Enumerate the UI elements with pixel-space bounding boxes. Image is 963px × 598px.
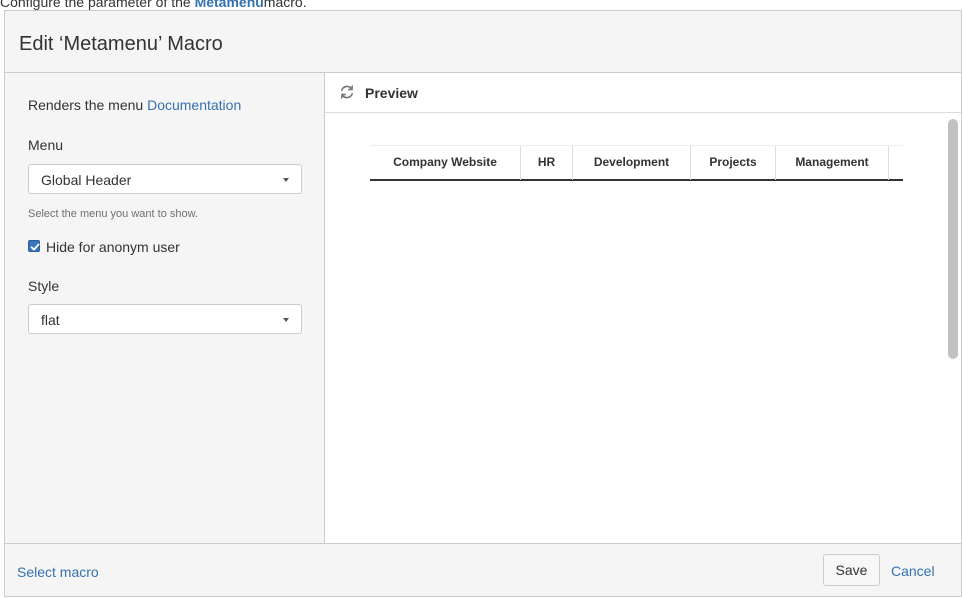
dialog-title: Edit ‘Metamenu’ Macro [19,33,223,55]
save-button[interactable]: Save [823,554,880,586]
preview-scrollbar[interactable] [948,119,958,359]
menu-item-projects[interactable]: Projects [691,146,776,180]
caption-suffix: macro. [263,0,307,10]
style-label: Style [28,278,60,294]
menu-help-text: Select the menu you want to show. [28,208,198,220]
chevron-down-icon [283,178,289,182]
menu-item-management[interactable]: Management [776,146,889,180]
style-select-value: flat [41,312,60,328]
macro-dialog: Edit ‘Metamenu’ Macro Renders the menu D… [4,10,962,597]
menu-select-value: Global Header [41,172,132,188]
macro-description: Renders the menu Documentation [28,97,241,113]
hide-anonym-label: Hide for anonym user [46,239,180,255]
dialog-header: Edit ‘Metamenu’ Macro [5,11,961,73]
menu-select[interactable]: Global Header [28,164,302,194]
style-select[interactable]: flat [28,304,302,334]
chevron-down-icon [283,318,289,322]
parameters-panel: Renders the menu Documentation Menu Glob… [5,73,325,543]
dialog-footer: Select macro Save Cancel [5,543,961,596]
preview-header: Preview [325,73,961,113]
preview-title: Preview [365,85,418,101]
menu-label: Menu [28,137,64,153]
refresh-icon[interactable] [339,84,355,100]
cancel-button[interactable]: Cancel [891,563,935,579]
metamenu-link[interactable]: Metamenu [195,0,264,10]
checkmark-icon [30,243,40,251]
menu-item-company-website[interactable]: Company Website [370,146,521,180]
description-text: Renders the menu [28,97,148,113]
caption-prefix: Configure the parameter of the [0,0,195,10]
hide-anonym-checkbox[interactable] [28,240,40,252]
menu-item-development[interactable]: Development [573,146,691,180]
page-caption: Configure the parameter of the Metamenum… [0,0,307,9]
preview-menu-bar: Company Website HR Development Projects … [370,145,903,181]
select-macro-link[interactable]: Select macro [17,564,99,580]
documentation-link[interactable]: Documentation [147,97,241,113]
preview-panel: Preview Company Website HR Development P… [325,73,961,543]
menu-item-hr[interactable]: HR [521,146,573,180]
